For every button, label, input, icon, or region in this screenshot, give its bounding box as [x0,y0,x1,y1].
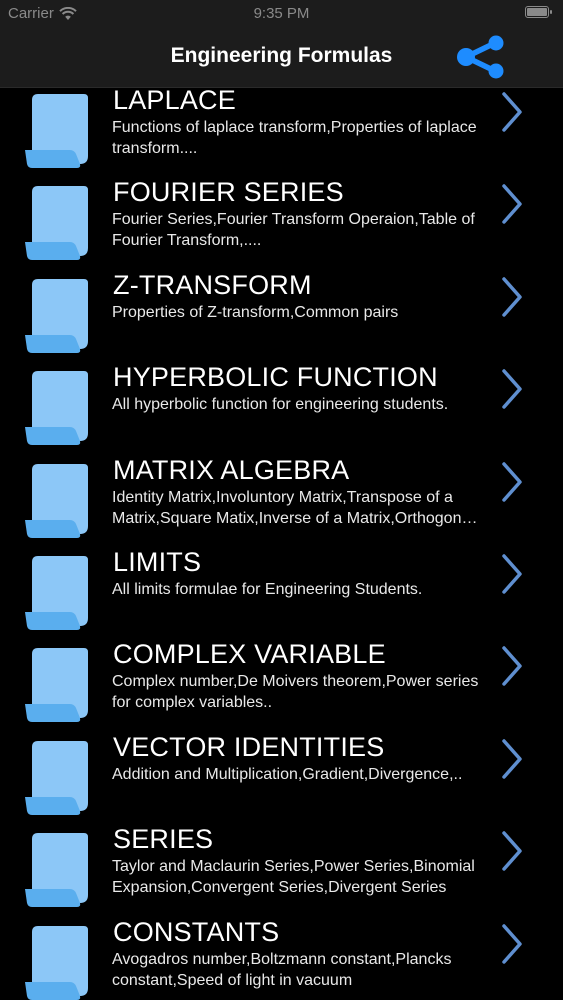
item-title: HYPERBOLIC FUNCTION [113,362,438,393]
document-icon [24,277,94,355]
list-item[interactable]: MATRIX ALGEBRA Identity Matrix,Involuntor… [0,455,563,552]
battery-icon [525,6,552,18]
item-title: COMPLEX VARIABLE [113,639,386,670]
item-title: LAPLACE [113,88,236,115]
battery-level [527,8,547,16]
list-item[interactable]: Z-TRANSFORM Properties of Z-transform,Com… [0,270,563,367]
list-item[interactable]: CONSTANTS Avogadros number,Boltzmann cons… [0,917,563,1000]
document-icon [24,184,94,262]
list-item[interactable]: LAPLACE Functions of laplace transform,Pr… [0,88,563,182]
chevron-right-icon[interactable] [498,367,526,411]
chevron-right-icon[interactable] [498,90,526,134]
list-item[interactable]: FOURIER SERIES Fourier Series,Fourier Tra… [0,177,563,274]
document-icon [24,369,94,447]
chevron-right-icon[interactable] [498,552,526,596]
document-icon [24,92,94,170]
item-description: Complex number,De Moivers theorem,Power … [112,673,479,712]
item-title: LIMITS [113,547,202,577]
status-time: 9:35 PM [253,5,310,22]
item-title: SERIES [113,824,214,855]
item-description: All limits formulae for Engineering Stud… [112,581,423,598]
chevron-right-icon[interactable] [498,182,526,226]
document-icon [24,739,94,817]
document-icon [24,924,94,1000]
formula-list: LAPLACE Functions of laplace transform,Pr… [0,88,563,1000]
item-description: Fourier Series,Fourier Transform Operaio… [112,211,475,250]
item-title: VECTOR IDENTITIES [113,731,385,762]
list-item[interactable]: COMPLEX VARIABLE Complex number,De Moiver… [0,639,563,736]
item-description: Identity Matrix,Involuntory Matrix,Trans… [112,488,474,527]
item-description: Properties of Z-transform,Common pairs [112,303,399,321]
document-icon [24,646,94,724]
chevron-right-icon[interactable] [498,275,526,319]
item-description: Addition and Multiplication,Gradient,Div… [112,765,463,783]
item-title: CONSTANTS [113,916,280,947]
document-icon [24,462,94,540]
list-item[interactable]: SERIES Taylor and Maclaurin Series,Power … [0,824,563,921]
chevron-right-icon[interactable] [498,829,526,873]
document-icon [24,831,94,909]
item-description: Taylor and Maclaurin Series,Power Series… [112,858,475,897]
list-item[interactable]: VECTOR IDENTITIES Addition and Multiplica… [0,732,563,829]
list-item[interactable]: HYPERBOLIC FUNCTION All hyperbolic functi… [0,362,563,459]
item-description: Avogadros number,Boltzmann constant,Plan… [112,950,452,989]
status-bar: Carrier 9:35 PM [0,0,563,28]
item-title: FOURIER SERIES [113,177,344,208]
chevron-right-icon[interactable] [498,644,526,688]
navigation-bar: Engineering Formulas [0,28,563,88]
share-icon[interactable] [455,35,509,79]
document-icon [24,554,94,632]
chevron-right-icon[interactable] [498,922,526,966]
chevron-right-icon[interactable] [498,460,526,504]
list-item[interactable]: LIMITS All limits formulae for Engineerin… [0,547,563,644]
item-title: MATRIX ALGEBRA [113,454,350,485]
item-description: Functions of laplace transform,Propertie… [112,119,477,157]
item-title: Z-TRANSFORM [113,269,312,300]
chevron-right-icon[interactable] [498,737,526,781]
item-description: All hyperbolic function for engineering … [112,396,449,414]
